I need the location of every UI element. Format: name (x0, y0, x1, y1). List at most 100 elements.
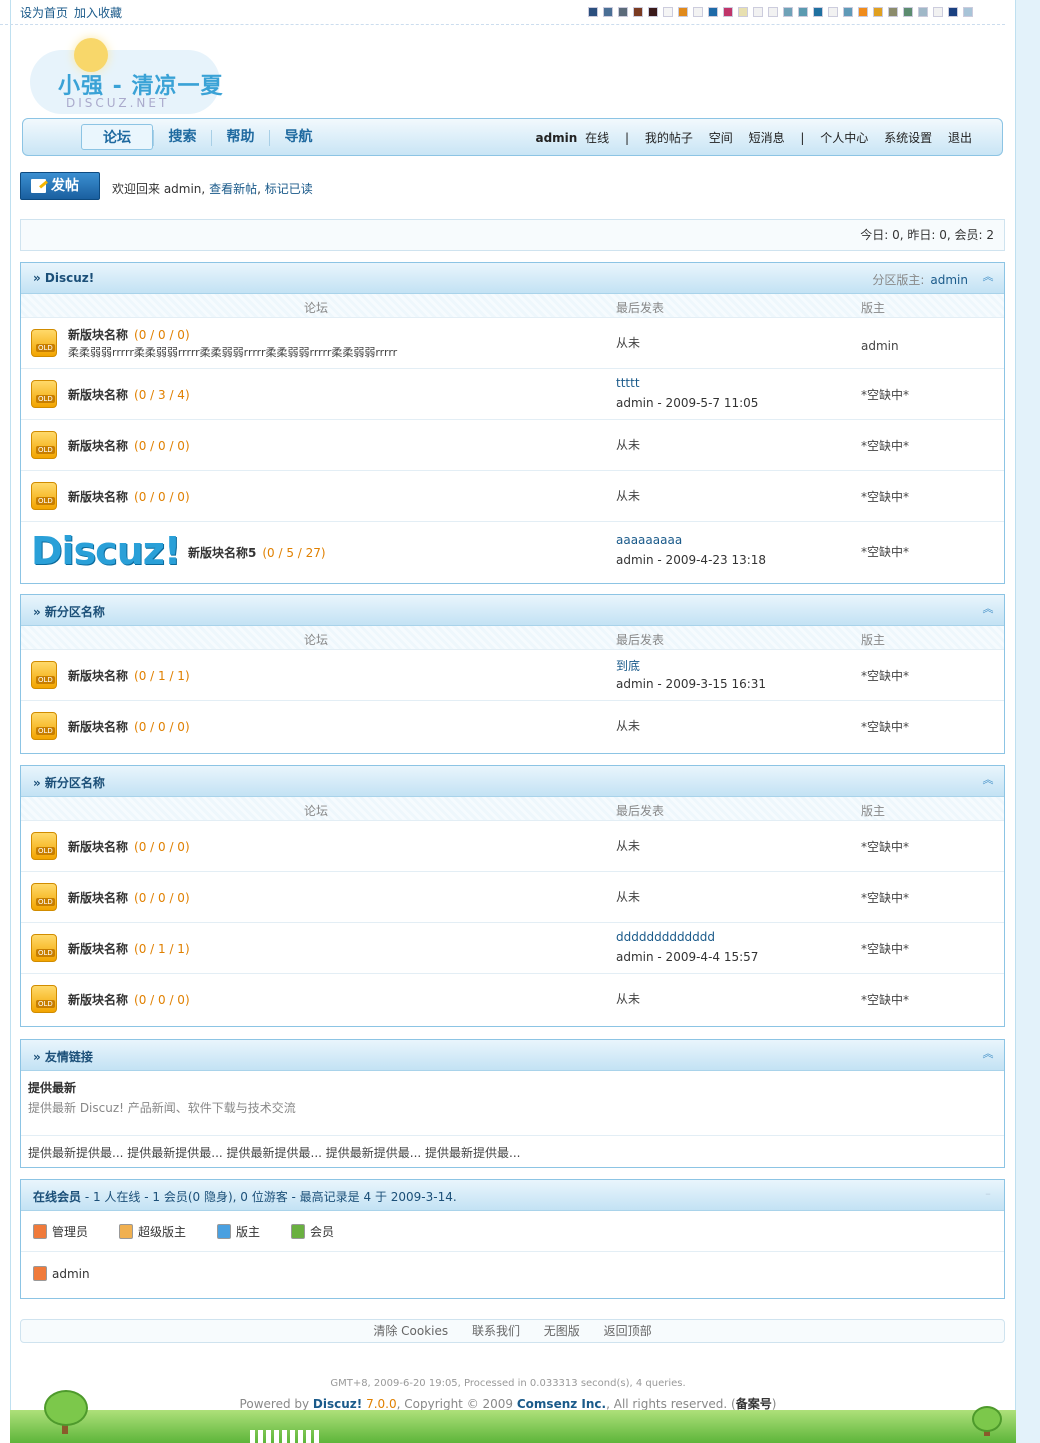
space-link[interactable]: 空间 (709, 131, 733, 145)
view-new-posts-link[interactable]: 查看新帖 (209, 182, 257, 196)
forum-description: 柔柔弱弱rrrrr柔柔弱弱rrrrr柔柔弱弱rrrrr柔柔弱弱rrrrr柔柔弱弱… (68, 346, 398, 359)
forum-name[interactable]: 新版块名称 (68, 669, 128, 683)
last-post: 从未 (616, 719, 641, 733)
theme-swatch[interactable] (918, 7, 928, 17)
user-center-link[interactable]: 个人中心 (820, 131, 868, 145)
forum-name[interactable]: 新版块名称 (68, 439, 128, 453)
pm-link[interactable]: 短消息 (749, 131, 785, 145)
logout-link[interactable]: 退出 (948, 131, 972, 145)
tab-help[interactable]: 帮助 (212, 124, 269, 150)
online-username: admin (52, 1266, 90, 1281)
forum-name[interactable]: 新版块名称5 (188, 546, 256, 560)
forum-name[interactable]: 新版块名称 (68, 490, 128, 504)
forum-logo[interactable]: Discuz! (31, 530, 181, 572)
mark-read-link[interactable]: 标记已读 (265, 182, 313, 196)
user-group-icon (217, 1224, 231, 1239)
forum-name[interactable]: 新版块名称 (68, 388, 128, 402)
theme-swatch[interactable] (798, 7, 808, 17)
theme-swatch[interactable] (678, 7, 688, 17)
tree-icon (44, 1390, 88, 1426)
icp-link[interactable]: 备案号 (736, 1397, 772, 1411)
last-post-title[interactable]: ttttt (616, 376, 640, 390)
last-post: 从未 (616, 336, 641, 350)
category-title[interactable]: » Discuz! (33, 271, 94, 285)
category-mod-link[interactable]: admin (930, 273, 968, 287)
site-logo[interactable]: 小强 - 清凉一夏 DISCUZ.NET (22, 32, 322, 114)
comsenz-link[interactable]: Comsenz Inc. (517, 1397, 606, 1411)
forum-moderator[interactable]: admin (861, 339, 899, 353)
theme-swatch[interactable] (843, 7, 853, 17)
theme-swatch[interactable] (903, 7, 913, 17)
forum-folder-icon (31, 482, 57, 510)
theme-swatch[interactable] (828, 7, 838, 17)
last-post-title[interactable]: aaaaaaaaa (616, 533, 682, 547)
theme-swatch[interactable] (648, 7, 658, 17)
category-title[interactable]: » 新分区名称 (33, 603, 105, 620)
theme-swatch[interactable] (663, 7, 673, 17)
theme-swatch[interactable] (813, 7, 823, 17)
clear-cookies-link[interactable]: 清除 Cookies (373, 1324, 448, 1338)
theme-swatch[interactable] (783, 7, 793, 17)
legend-item: 版主 (217, 1223, 260, 1240)
version: 7.0.0 (362, 1397, 397, 1411)
last-post: 从未 (616, 992, 641, 1006)
theme-swatch[interactable] (603, 7, 613, 17)
forum-name[interactable]: 新版块名称 (68, 328, 128, 342)
theme-swatches (588, 7, 973, 17)
forum-name[interactable]: 新版块名称 (68, 840, 128, 854)
box-title: » 友情链接 (33, 1050, 93, 1064)
set-home-link[interactable]: 设为首页 (20, 4, 68, 21)
theme-swatch[interactable] (858, 7, 868, 17)
back-to-top-link[interactable]: 返回顶部 (604, 1324, 652, 1338)
last-post-title[interactable]: 到底 (616, 657, 640, 674)
theme-swatch[interactable] (708, 7, 718, 17)
last-post-title[interactable]: ddddddddddddd (616, 930, 715, 944)
collapse-icon[interactable]: ︽ (982, 1048, 994, 1060)
discuz-link[interactable]: Discuz! (313, 1397, 362, 1411)
col-moderator: 版主 (861, 633, 886, 647)
forum-stats: 今日: 0, 昨日: 0, 会员: 2 (20, 219, 1005, 251)
collapse-icon[interactable]: ︽ (982, 774, 994, 786)
theme-swatch[interactable] (633, 7, 643, 17)
link-title[interactable]: 提供最新 (28, 1079, 997, 1096)
forum-name[interactable]: 新版块名称 (68, 942, 128, 956)
theme-swatch[interactable] (588, 7, 598, 17)
add-favorite-link[interactable]: 加入收藏 (74, 4, 122, 21)
forum-category: » 新分区名称 ︽ 论坛 最后发表 版主新版块名称 (0 / 1 / 1) 到底 admin … (20, 594, 1005, 754)
forum-name[interactable]: 新版块名称 (68, 891, 128, 905)
theme-swatch[interactable] (618, 7, 628, 17)
my-posts-link[interactable]: 我的帖子 (645, 131, 693, 145)
text-links[interactable]: 提供最新提供最... 提供最新提供最... 提供最新提供最... 提供最新提供最… (21, 1136, 1004, 1169)
online-title[interactable]: 在线会员 (33, 1190, 81, 1204)
online-user[interactable]: admin (33, 1266, 90, 1281)
tab-navigation[interactable]: 导航 (270, 124, 327, 150)
collapse-icon[interactable]: – (982, 1188, 994, 1200)
theme-swatch[interactable] (768, 7, 778, 17)
forum-name[interactable]: 新版块名称 (68, 720, 128, 734)
theme-swatch[interactable] (753, 7, 763, 17)
tree-icon (972, 1406, 1002, 1432)
theme-swatch[interactable] (738, 7, 748, 17)
contact-link[interactable]: 联系我们 (472, 1324, 520, 1338)
theme-swatch[interactable] (888, 7, 898, 17)
forum-name[interactable]: 新版块名称 (68, 993, 128, 1007)
theme-swatch[interactable] (873, 7, 883, 17)
collapse-icon[interactable]: ︽ (982, 603, 994, 615)
theme-swatch[interactable] (723, 7, 733, 17)
collapse-icon[interactable]: ︽ (982, 271, 994, 283)
category-title[interactable]: » 新分区名称 (33, 774, 105, 791)
forum-moderator: *空缺中* (861, 942, 910, 956)
theme-swatch[interactable] (948, 7, 958, 17)
theme-swatch[interactable] (963, 7, 973, 17)
forum-folder-icon (31, 661, 57, 689)
new-post-button[interactable]: 发帖 (20, 172, 100, 200)
tab-search[interactable]: 搜索 (154, 124, 211, 150)
online-members-box: 在线会员 - 1 人在线 - 1 会员(0 隐身), 0 位游客 - 最高记录是… (20, 1179, 1005, 1299)
username[interactable]: admin (535, 131, 577, 145)
lite-version-link[interactable]: 无图版 (544, 1324, 580, 1338)
tab-forum[interactable]: 论坛 (81, 124, 153, 150)
settings-link[interactable]: 系统设置 (884, 131, 932, 145)
admin-user-icon (33, 1266, 47, 1281)
theme-swatch[interactable] (693, 7, 703, 17)
theme-swatch[interactable] (933, 7, 943, 17)
